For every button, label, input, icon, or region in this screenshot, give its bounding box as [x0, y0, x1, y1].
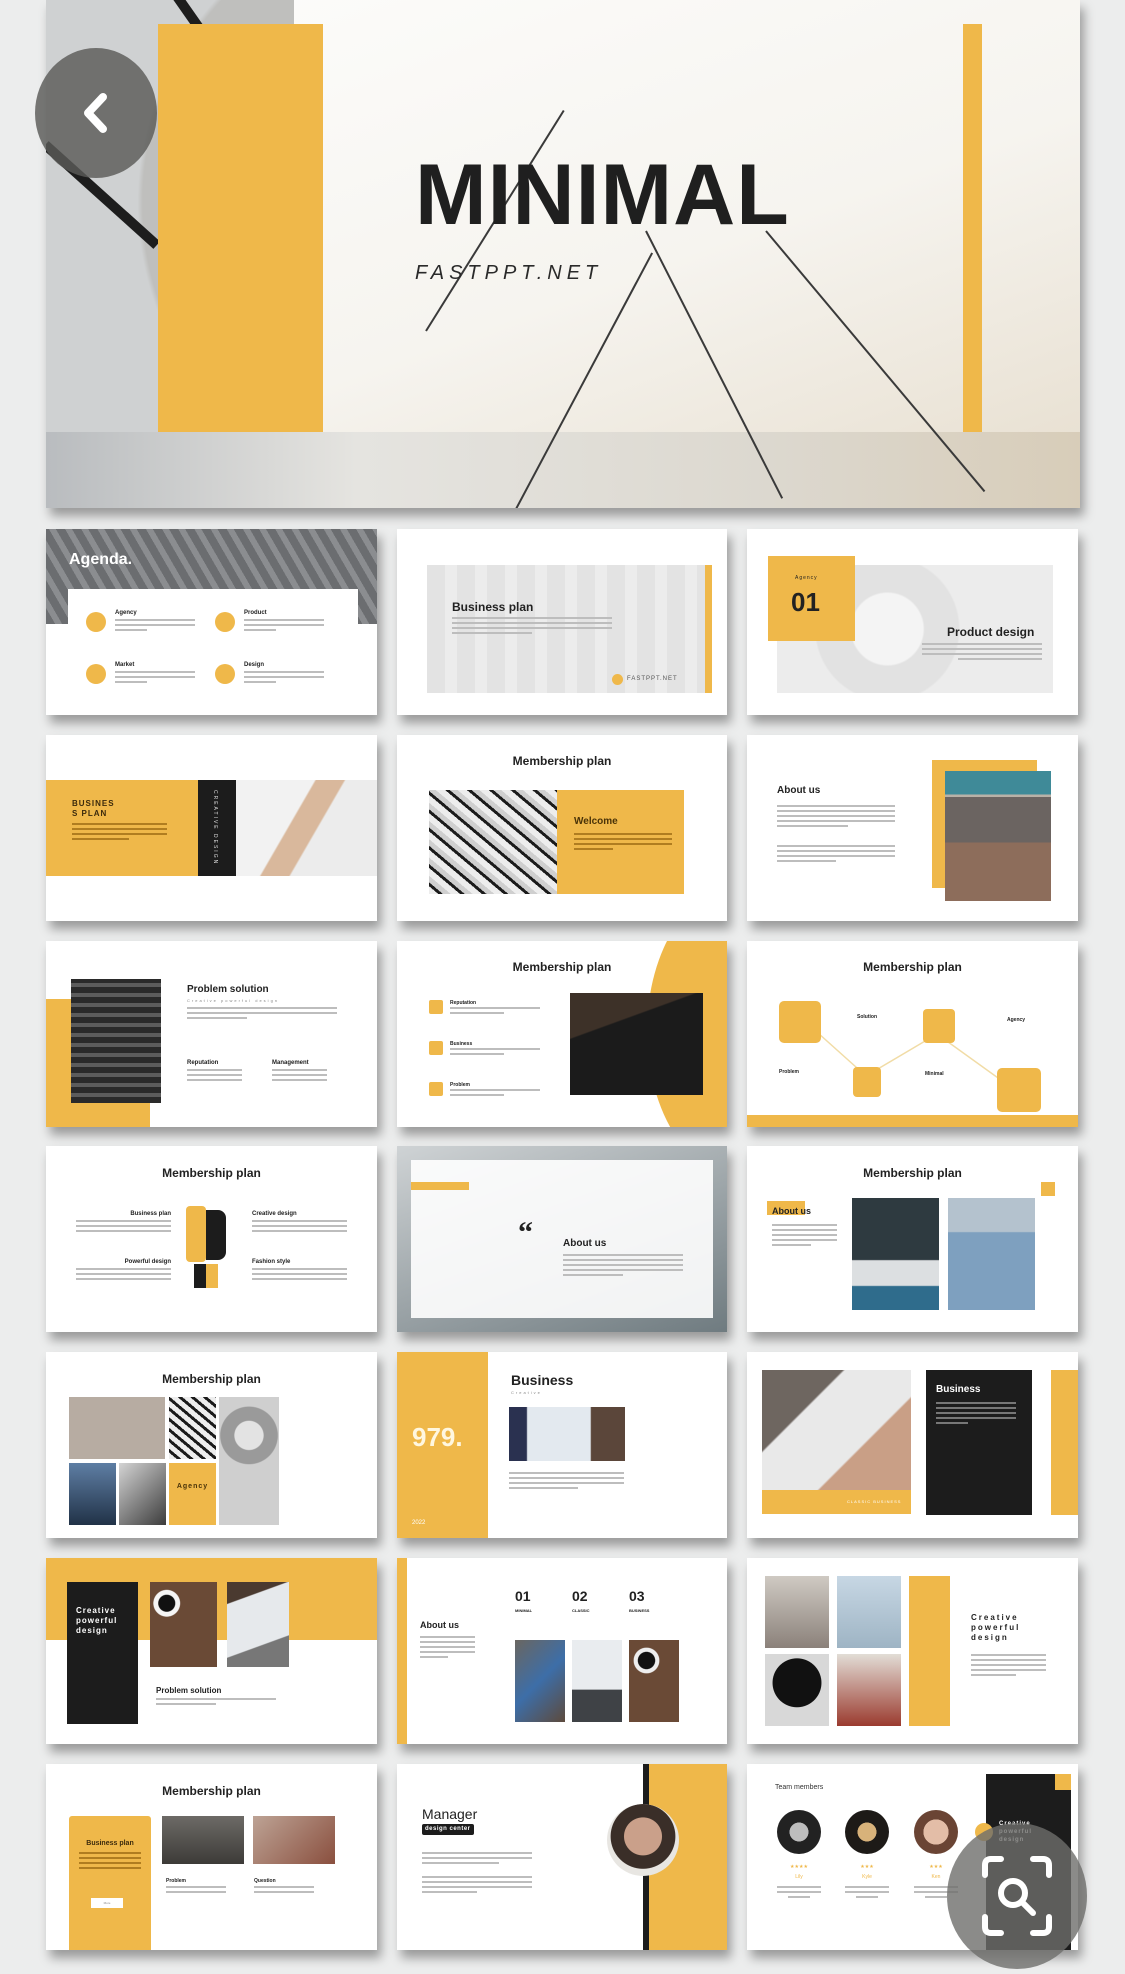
product-design-title: Product design — [947, 625, 1035, 639]
rating-stars: ★★★★ — [790, 1864, 808, 1870]
slide-thumb-agenda[interactable]: Agenda. Agency Product Market Design — [46, 529, 377, 715]
agenda-item: Design — [244, 662, 265, 668]
globe-icon — [997, 1068, 1041, 1112]
slide-thumb-about-quote[interactable]: “ About us — [397, 1146, 727, 1332]
slide-thumb-creative-problem[interactable]: Creative powerful design Problem solutio… — [46, 1558, 377, 1744]
rating-stars: ★★★ — [860, 1864, 874, 1870]
slide-thumb-membership-photos[interactable]: Membership plan About us — [747, 1146, 1078, 1332]
agenda-item: Agency — [115, 610, 137, 616]
slide-thumb-business-979[interactable]: 979. 2022 Business Creative — [397, 1352, 727, 1538]
slide-thumb-problem-solution[interactable]: Problem solution Creative powerful desig… — [46, 941, 377, 1127]
portrait — [765, 1576, 829, 1648]
slide-thumb-business-plan[interactable]: Business plan FASTPPT.NET — [397, 529, 727, 715]
visual-search-icon — [982, 1856, 1052, 1936]
visual-search-button[interactable] — [947, 1823, 1087, 1969]
portrait — [837, 1654, 901, 1726]
briefcase-icon — [853, 1067, 881, 1097]
chevron-left-icon — [84, 93, 107, 133]
slide-thumb-about-us[interactable]: About us — [747, 735, 1078, 921]
hero-slide[interactable]: MINIMAL FASTPPT.NET — [46, 0, 1080, 508]
lightbulb-graphic — [186, 1206, 226, 1296]
hero-accent-bar — [963, 24, 982, 432]
manager-avatar — [607, 1804, 679, 1876]
hero-photo-bottom — [46, 432, 1080, 508]
design-center-badge: design center — [422, 1824, 474, 1835]
slide-thumb-membership-grid[interactable]: Membership plan Agency — [46, 1352, 377, 1538]
business-s-plan-title: BUSINES S PLAN — [72, 799, 115, 818]
hero-subtitle: FASTPPT.NET — [415, 262, 603, 284]
agenda-item: Product — [244, 610, 267, 616]
typing-photo — [762, 1370, 911, 1490]
portrait — [837, 1576, 901, 1648]
business-plan-title: Business plan — [452, 600, 534, 614]
hero-accent-block — [158, 24, 323, 432]
problem-photo — [71, 979, 161, 1103]
slide-thumb-membership-bulb[interactable]: Membership plan Business plan Powerful d… — [46, 1146, 377, 1332]
creative-title: Creative powerful design — [971, 1613, 1021, 1642]
welcome-photo — [429, 790, 557, 894]
slide-thumb-business-s-plan[interactable]: BUSINES S PLAN CREATIVE DESIGN — [46, 735, 377, 921]
back-button[interactable] — [35, 48, 157, 178]
agenda-item: Market — [115, 662, 135, 668]
desk-photo — [570, 993, 703, 1095]
slide-thumb-about-steps[interactable]: About us 01 MINIMAL 02 CLASSIC 03 BUSINE… — [397, 1558, 727, 1744]
hero-title: MINIMAL — [415, 147, 790, 243]
slide-thumb-manager[interactable]: Manager design center — [397, 1764, 727, 1950]
slide-thumb-membership-card[interactable]: Membership plan Business plan More Probl… — [46, 1764, 377, 1950]
team-avatar — [777, 1810, 821, 1854]
big-number: 979. — [412, 1422, 463, 1452]
slide-thumb-membership-flow[interactable]: Membership plan Problem Solution Minimal… — [747, 941, 1078, 1127]
slide-thumb-membership-list[interactable]: Membership plan Reputation Business Prob… — [397, 941, 727, 1127]
team-avatar — [845, 1810, 889, 1854]
about-photo — [945, 771, 1051, 901]
more-button[interactable]: More — [91, 1898, 123, 1908]
agenda-title: Agenda. — [69, 551, 133, 568]
quote-icon: “ — [518, 1216, 533, 1249]
portrait — [765, 1654, 829, 1726]
slide-thumb-creative-portraits[interactable]: Creative powerful design — [747, 1558, 1078, 1744]
laptop-photo — [509, 1407, 625, 1461]
send-icon — [779, 1001, 821, 1043]
users-icon — [923, 1009, 955, 1043]
slide-thumb-business-dark[interactable]: CLASSIC BUSINESS Business — [747, 1352, 1078, 1538]
slide-thumb-product-design[interactable]: Agency 01 Product design — [747, 529, 1078, 715]
slide-thumb-membership-welcome[interactable]: Membership plan Welcome — [397, 735, 727, 921]
